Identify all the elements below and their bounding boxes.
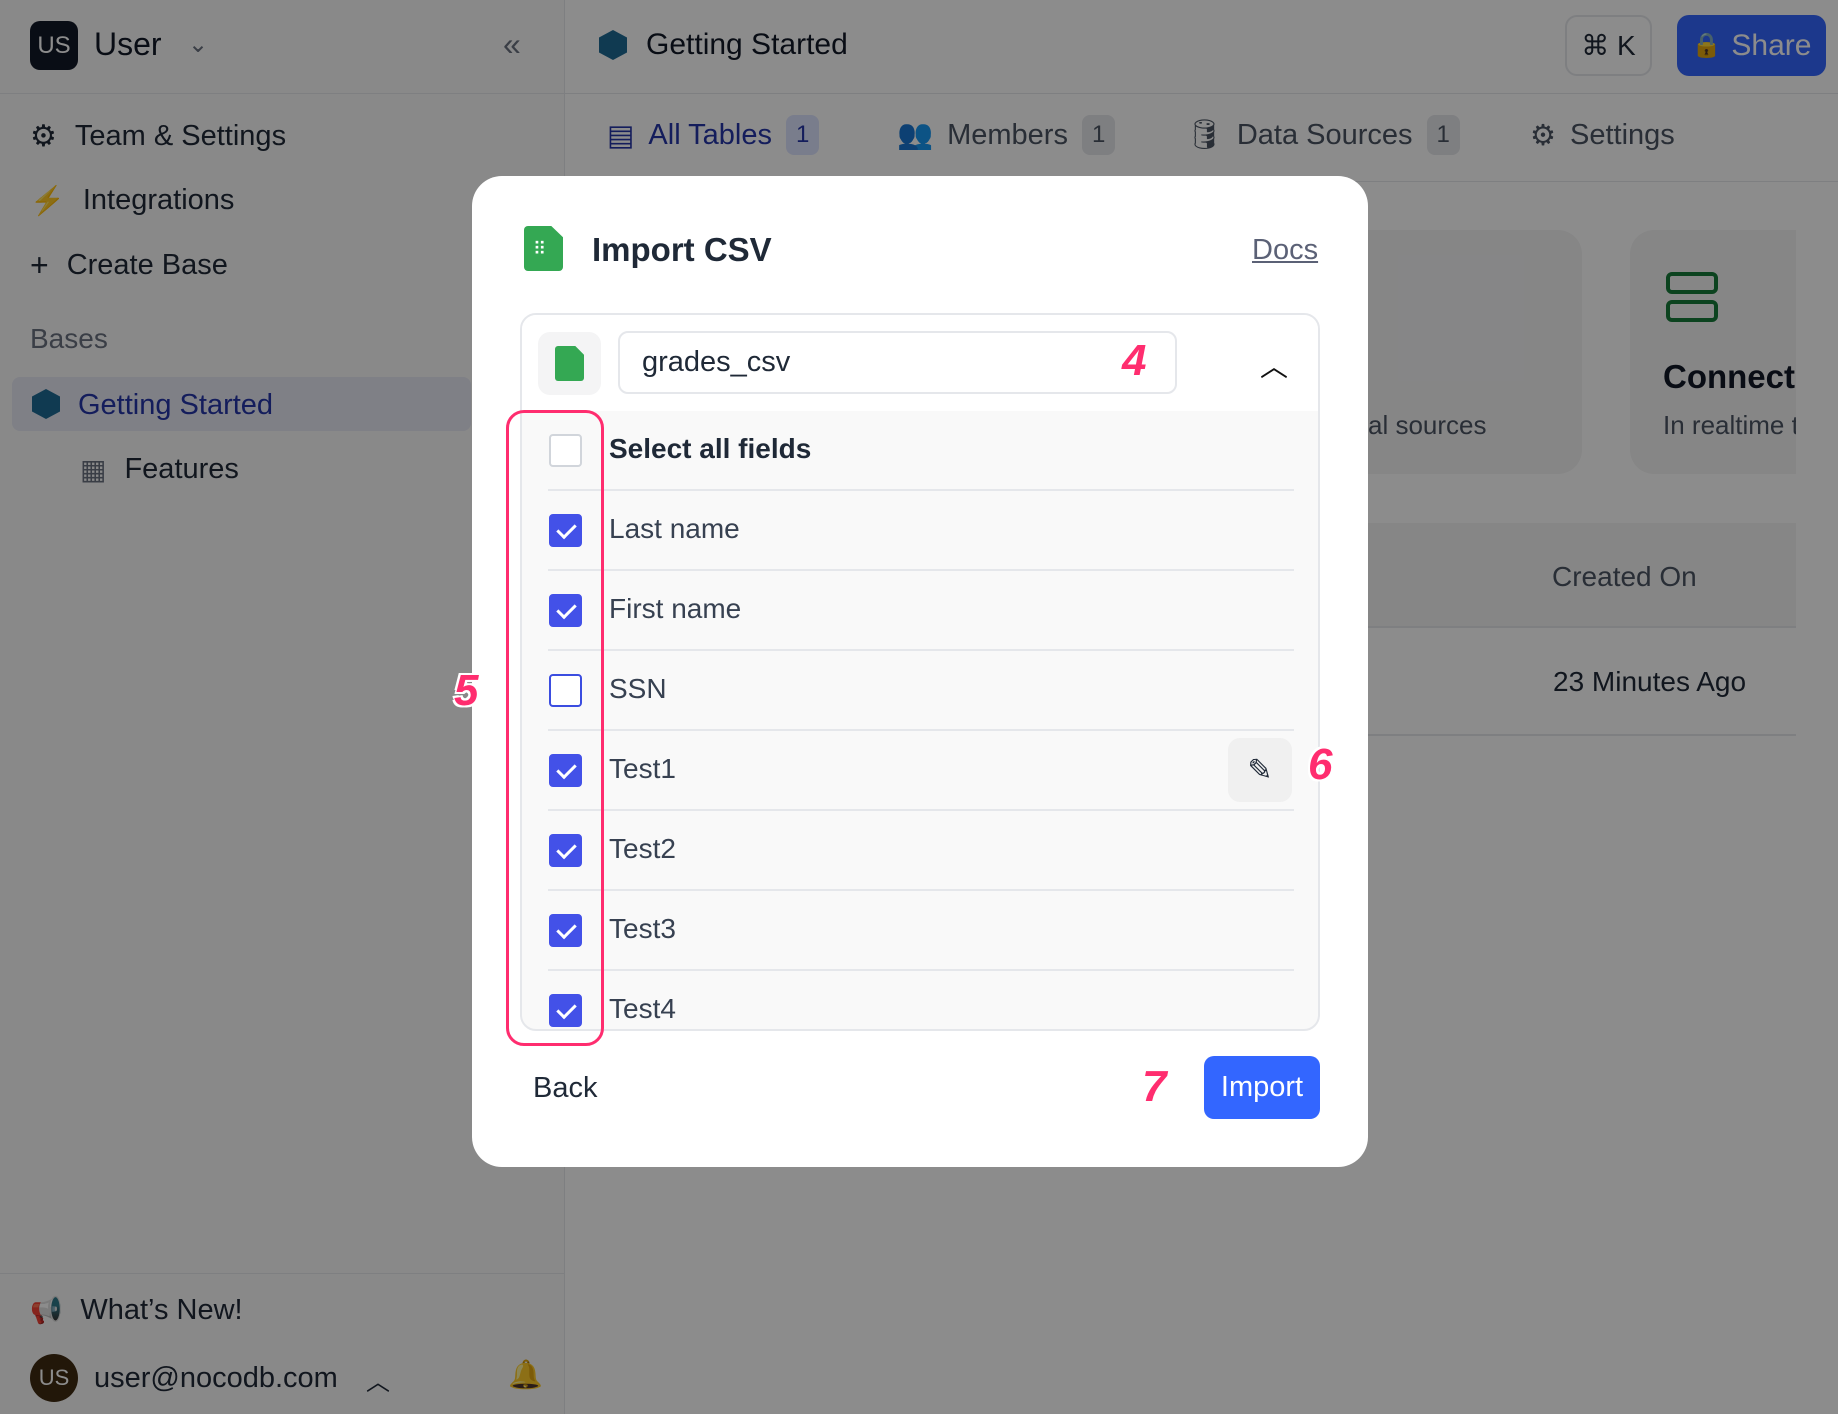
field-row[interactable]: Last name <box>522 491 1318 571</box>
select-all-row[interactable]: Select all fields <box>522 411 1318 491</box>
field-row[interactable]: Test2 <box>522 811 1318 891</box>
annotation-5: 5 <box>454 666 479 715</box>
import-button[interactable]: Import <box>1204 1056 1320 1119</box>
back-button[interactable]: Back <box>533 1072 597 1105</box>
field-row[interactable]: Test4 <box>522 971 1318 1029</box>
field-row[interactable]: Test1 <box>522 731 1318 811</box>
import-csv-modal: ⠿ Import CSV Docs grades_csv ︿ Select al… <box>472 176 1368 1167</box>
spreadsheet-icon: ⠿ <box>524 226 563 271</box>
field-row[interactable]: SSN <box>522 651 1318 731</box>
annotation-4: 4 <box>1122 336 1147 385</box>
file-name-input[interactable]: grades_csv <box>618 331 1177 394</box>
annotation-7: 7 <box>1142 1062 1167 1111</box>
pencil-icon: ✎ <box>1247 753 1273 787</box>
field-row[interactable]: Test3 <box>522 891 1318 971</box>
field-row[interactable]: First name <box>522 571 1318 651</box>
modal-title: Import CSV <box>592 231 772 268</box>
file-fields-panel: grades_csv ︿ Select all fields Last name… <box>520 313 1320 1031</box>
annotation-box-5 <box>506 410 604 1046</box>
annotation-6: 6 <box>1308 740 1333 789</box>
file-icon-box <box>538 332 601 395</box>
docs-link[interactable]: Docs <box>1252 234 1318 267</box>
edit-field-button[interactable]: ✎ <box>1228 738 1292 802</box>
chevron-up-icon[interactable]: ︿ <box>1260 345 1288 385</box>
